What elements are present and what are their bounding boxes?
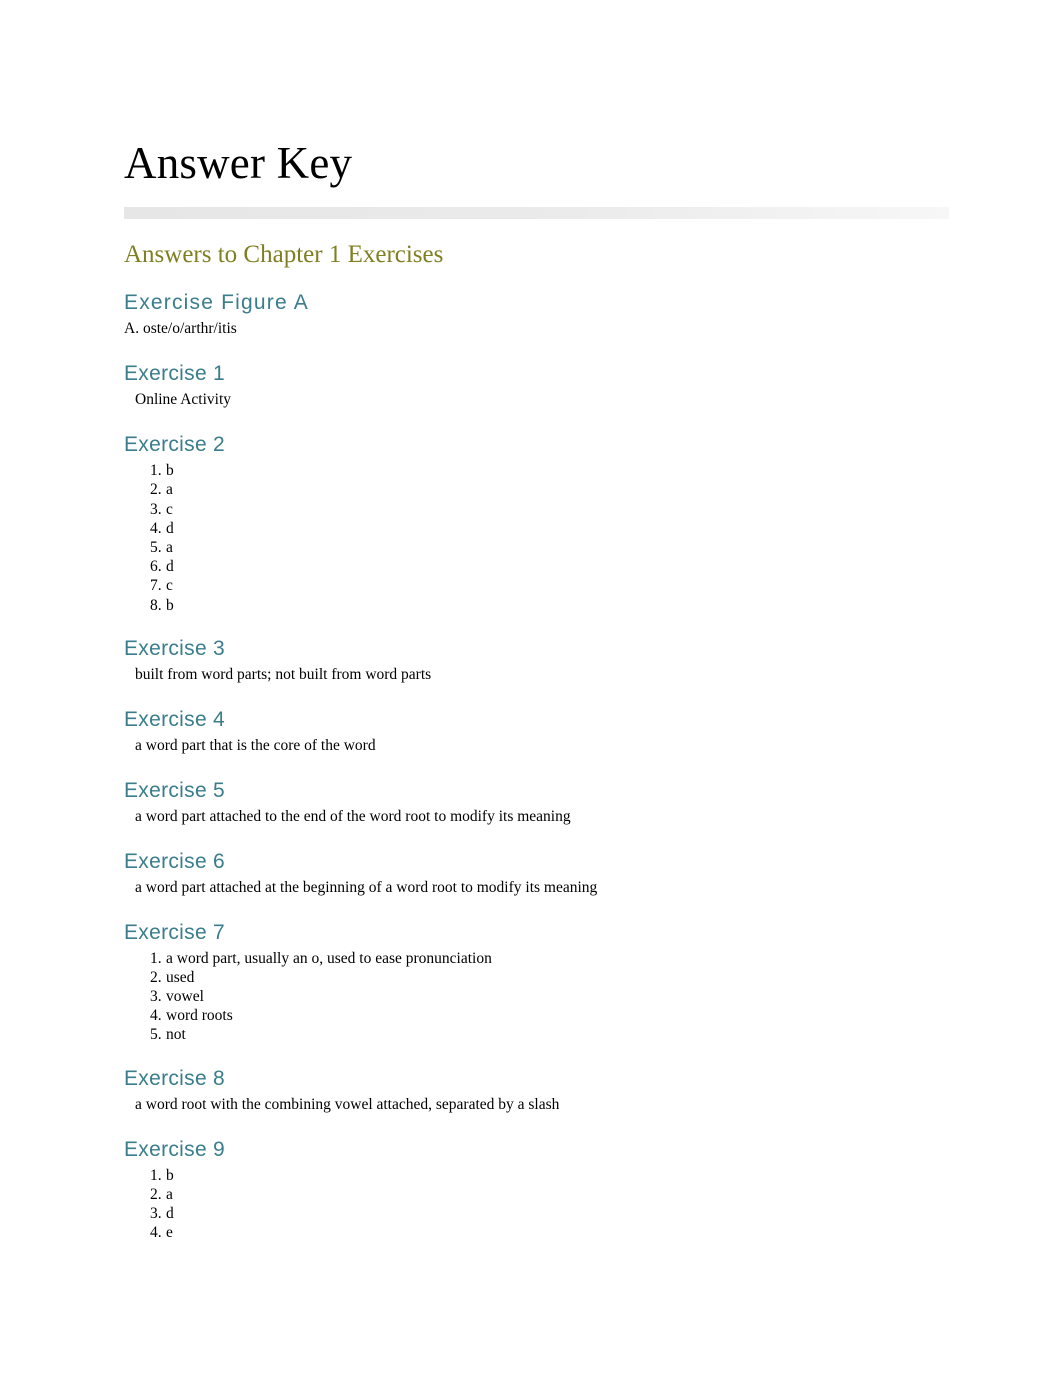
- list-item-number: 1.: [150, 1166, 162, 1184]
- answer-list: 1. b 2. a 3. c 4. d 5. a 6. d 7. c 8. b: [124, 461, 952, 615]
- exercise-heading: Exercise 2: [124, 433, 226, 457]
- sections-container: Exercise Figure A A. oste/o/arthr/itis Exe…: [124, 291, 952, 1242]
- list-item-text: c: [166, 577, 173, 595]
- list-item-text: d: [166, 519, 174, 537]
- list-item: 4. e: [150, 1223, 952, 1242]
- list-item-number: 2.: [150, 1185, 162, 1203]
- list-item-number: 4.: [150, 1007, 162, 1025]
- answer-text: a word part that is the core of the word: [135, 736, 376, 754]
- list-item-text: a: [166, 538, 173, 556]
- list-item-text: b: [166, 1166, 174, 1184]
- answer-text: a word part attached to the end of the w…: [135, 807, 571, 825]
- section-heading: Answers to Chapter 1 Exercises: [124, 241, 444, 269]
- exercise-block: Exercise 8 a word root with the combining…: [124, 1067, 952, 1116]
- exercise-heading: Exercise 7: [124, 920, 226, 944]
- exercise-heading: Exercise Figure A: [124, 291, 309, 315]
- list-item-text: d: [166, 1204, 174, 1222]
- exercise-block: Exercise 7 1. a word part, usually an o, u…: [124, 921, 952, 1045]
- list-item: 5. not: [150, 1025, 952, 1044]
- exercise-block: Exercise 6 a word part attached at the be…: [124, 850, 952, 899]
- list-item: 2. a: [150, 1185, 952, 1204]
- list-item-text: d: [166, 558, 174, 576]
- answer-list: 1. b 2. a 3. d 4. e: [124, 1166, 952, 1243]
- list-item: 3. vowel: [150, 987, 952, 1006]
- list-item-text: not: [166, 1026, 186, 1044]
- exercise-block: Exercise Figure A A. oste/o/arthr/itis: [124, 291, 952, 340]
- exercise-heading: Exercise 4: [124, 707, 226, 731]
- list-item-number: 3.: [150, 500, 162, 518]
- list-item-number: 2.: [150, 481, 162, 499]
- list-item: 2. a: [150, 480, 952, 499]
- list-item: 1. a word part, usually an o, used to eas…: [150, 949, 952, 968]
- answer-text: Online Activity: [135, 391, 232, 409]
- list-item-text: b: [166, 462, 174, 480]
- list-item-text: a: [166, 1185, 173, 1203]
- answer-text: a word root with the combining vowel att…: [135, 1095, 560, 1113]
- exercise-heading: Exercise 5: [124, 778, 226, 802]
- list-item: 3. d: [150, 1204, 952, 1223]
- list-item-number: 1.: [150, 462, 162, 480]
- list-item: 3. c: [150, 500, 952, 519]
- list-item-number: 3.: [150, 1204, 162, 1222]
- list-item-number: 5.: [150, 538, 162, 556]
- answer-text: a word part attached at the beginning of…: [135, 878, 598, 896]
- exercise-heading: Exercise 6: [124, 849, 226, 873]
- exercise-block: Exercise 9 1. b 2. a 3. d 4. e: [124, 1138, 952, 1243]
- list-item: 7. c: [150, 576, 952, 595]
- list-item: 5. a: [150, 538, 952, 557]
- exercise-heading: Exercise 8: [124, 1066, 226, 1090]
- list-item-number: 4.: [150, 1224, 162, 1242]
- document-page: Answer Key Answers to Chapter 1 Exercise…: [0, 0, 1062, 1377]
- exercise-block: Exercise 5 a word part attached to the en…: [124, 779, 952, 828]
- list-item-text: vowel: [166, 987, 204, 1005]
- exercise-heading: Exercise 9: [124, 1137, 226, 1161]
- exercise-block: Exercise 1 Online Activity: [124, 362, 952, 411]
- list-item-number: 6.: [150, 558, 162, 576]
- list-item-number: 5.: [150, 1026, 162, 1044]
- list-item-number: 8.: [150, 596, 162, 614]
- exercise-block: Exercise 3 built from word parts; not bui…: [124, 637, 952, 686]
- title-divider: [124, 207, 949, 220]
- list-item-text: used: [166, 968, 195, 986]
- exercise-block: Exercise 2 1. b 2. a 3. c 4. d 5. a 6. d 7. c 8. b: [124, 433, 952, 615]
- list-item: 2. used: [150, 968, 952, 987]
- exercise-block: Exercise 4 a word part that is the core o…: [124, 708, 952, 757]
- list-item: 1. b: [150, 461, 952, 480]
- list-item-text: c: [166, 500, 173, 518]
- answer-list: 1. a word part, usually an o, used to eas…: [124, 949, 952, 1045]
- document-content: Answer Key Answers to Chapter 1 Exercise…: [0, 0, 1062, 1242]
- list-item: 4. word roots: [150, 1006, 952, 1025]
- list-item-number: 3.: [150, 987, 162, 1005]
- list-item-number: 1.: [150, 949, 162, 967]
- list-item-text: e: [166, 1224, 173, 1242]
- exercise-heading: Exercise 3: [124, 636, 226, 660]
- list-item-text: word roots: [166, 1007, 233, 1025]
- answer-text: built from word parts; not built from wo…: [135, 665, 432, 683]
- list-item-number: 4.: [150, 519, 162, 537]
- list-item: 8. b: [150, 596, 952, 615]
- list-item-text: a: [166, 481, 173, 499]
- list-item-number: 7.: [150, 577, 162, 595]
- list-item-text: b: [166, 596, 174, 614]
- list-item: 6. d: [150, 557, 952, 576]
- answer-text: A. oste/o/arthr/itis: [124, 320, 237, 338]
- page-title: Answer Key: [124, 138, 353, 188]
- list-item: 1. b: [150, 1166, 952, 1185]
- list-item: 4. d: [150, 519, 952, 538]
- exercise-heading: Exercise 1: [124, 362, 226, 386]
- list-item-number: 2.: [150, 968, 162, 986]
- list-item-text: a word part, usually an o, used to ease …: [166, 949, 492, 967]
